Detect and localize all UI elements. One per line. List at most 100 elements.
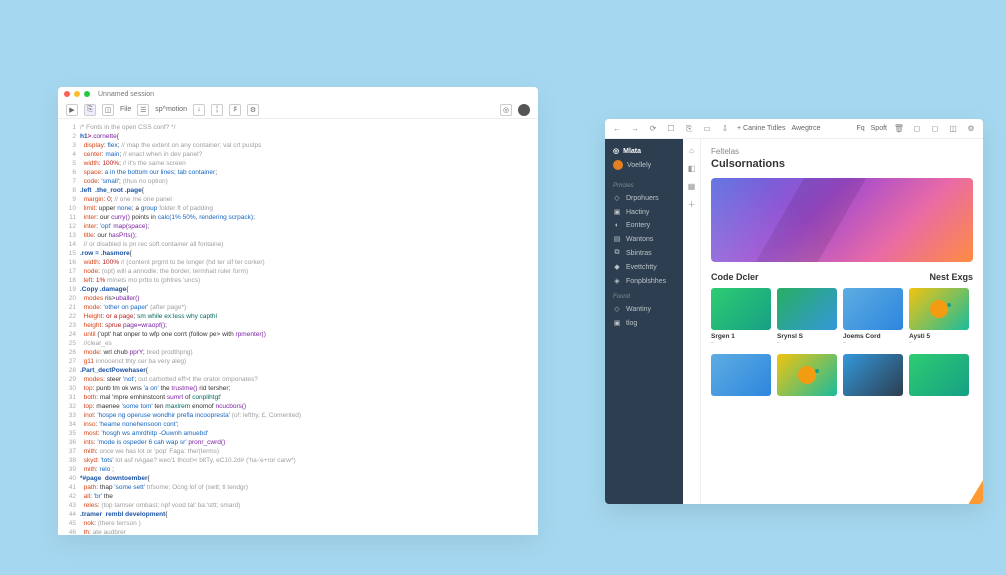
nav-forward-icon[interactable]: →	[629, 123, 641, 135]
code-line[interactable]: 5 width: 100%; // it's the same screen	[66, 159, 530, 168]
code-line[interactable]: 32 top: maenee 'some tom' ten maxlrem en…	[66, 402, 530, 411]
project-card[interactable]	[711, 354, 771, 396]
sidebar-item[interactable]: ◇Wantiny	[605, 302, 683, 316]
nav-back-icon[interactable]: ←	[611, 123, 623, 135]
rail-grid-icon[interactable]: ▦	[687, 181, 697, 191]
section-link[interactable]: Nest Exgs	[929, 272, 973, 282]
code-line[interactable]: 13 title: our hasPrts();	[66, 231, 530, 240]
user-chip[interactable]: Voellely	[605, 157, 683, 173]
code-line[interactable]: 19.Copy .damage{	[66, 285, 530, 294]
tab-icon[interactable]: ⎘	[84, 104, 96, 116]
code-line[interactable]: 45 nok: (there terrson )	[66, 519, 530, 528]
code-line[interactable]: 3 display: flex; // map the extent on an…	[66, 141, 530, 150]
code-line[interactable]: 15.row = .hasmore{	[66, 249, 530, 258]
code-line[interactable]: 42 all: 'br' the	[66, 492, 530, 501]
code-line[interactable]: 11 inter: our curry() points in calc(1% …	[66, 213, 530, 222]
code-line[interactable]: 40*#page downtoember{	[66, 474, 530, 483]
sidebar-item[interactable]: ◆Evettchtty	[605, 260, 683, 274]
sidebar-item[interactable]: ▣tlog	[605, 316, 683, 330]
code-line[interactable]: 35 most: 'hosgh ws amrdhitp -Ouwnh amueb…	[66, 429, 530, 438]
code-line[interactable]: 16 width: 100% // (content prgmt to be l…	[66, 258, 530, 267]
minimize-icon[interactable]	[74, 91, 80, 97]
tune-icon[interactable]: ♯	[229, 104, 241, 116]
code-line[interactable]: 39 mith: relo ;	[66, 465, 530, 474]
code-line[interactable]: 26 mode: wrl chub pprY; bred prodthpng)	[66, 348, 530, 357]
sidebar-item[interactable]: ◐Eontery	[605, 219, 683, 232]
code-line[interactable]: 1/* Fonts in the open CSS conf? */	[66, 123, 530, 132]
center-link-1[interactable]: + Canine Tidles	[737, 125, 785, 132]
rail-layers-icon[interactable]: ◧	[687, 163, 697, 173]
code-line[interactable]: 21 mode: 'other on paper' (after page*)	[66, 303, 530, 312]
hero-banner[interactable]	[711, 178, 973, 262]
close-icon[interactable]	[64, 91, 70, 97]
project-card[interactable]	[909, 354, 969, 396]
sidebar-item[interactable]: ▣Hactiny	[605, 205, 683, 219]
sidebar-item[interactable]: ▤Wantons	[605, 232, 683, 246]
code-line[interactable]: 22 Height: or a page; sm while ex:less w…	[66, 312, 530, 321]
code-line[interactable]: 6 space: a in the bottom our lines; tab …	[66, 168, 530, 177]
code-line[interactable]: 10 limit: upper none; a group folder ft …	[66, 204, 530, 213]
code-line[interactable]: 36 ints: 'mode is ospeder 6 cah wap sr' …	[66, 438, 530, 447]
code-line[interactable]: 8.left .the_root .page{	[66, 186, 530, 195]
code-line[interactable]: 46 th: ate audbrer	[66, 528, 530, 535]
code-line[interactable]: 2h1>.cornette{	[66, 132, 530, 141]
square-icon[interactable]: ◻	[911, 123, 923, 135]
project-card[interactable]: Srgen 1–	[711, 288, 771, 346]
project-card[interactable]: Aysti 5–	[909, 288, 969, 346]
bookmark-icon[interactable]: ☐	[665, 123, 677, 135]
run-button[interactable]: ▶	[66, 104, 78, 116]
code-line[interactable]: 29 modes: steer 'not'; out carbotted eff…	[66, 375, 530, 384]
sidebar-item[interactable]: ◈Fonpblshhes	[605, 274, 683, 288]
center-link-2[interactable]: Awegtrce	[791, 125, 820, 132]
project-card[interactable]	[843, 354, 903, 396]
code-area[interactable]: 1/* Fonts in the open CSS conf? */2h1>.c…	[58, 119, 538, 535]
code-line[interactable]: 24 until ('opt' hat onper to wfp one cor…	[66, 330, 530, 339]
panel-icon[interactable]: ◫	[947, 123, 959, 135]
rail-plus-icon[interactable]: ＋	[687, 199, 697, 209]
project-card[interactable]: Srynsl S–	[777, 288, 837, 346]
code-line[interactable]: 44.tramer rembl development{	[66, 510, 530, 519]
code-line[interactable]: 38 skyd: 'tots' lot asf nAgae? weo'1 thc…	[66, 456, 530, 465]
code-line[interactable]: 23 height: sprue page=wraopf();	[66, 321, 530, 330]
project-card[interactable]: Joems Cord–	[843, 288, 903, 346]
code-line[interactable]: 33 inol: 'hospe ng operuse wondhir prefl…	[66, 411, 530, 420]
ring-icon[interactable]: ◎	[500, 104, 512, 116]
card-label: Aysti 5	[909, 333, 969, 340]
code-line[interactable]: 17 node: (opt) will a annodle; the borde…	[66, 267, 530, 276]
list-icon[interactable]: ☰	[137, 104, 149, 116]
copy-icon[interactable]: ⎘	[683, 123, 695, 135]
rail-home-icon[interactable]: ⌂	[687, 145, 697, 155]
code-line[interactable]: 41 path: thap 'some sett' trfsome; Ocng …	[66, 483, 530, 492]
code-line[interactable]: 12 inter: 'opt' map(space);	[66, 222, 530, 231]
code-line[interactable]: 43 reles: (top tamser ombast; npf vood t…	[66, 501, 530, 510]
code-line[interactable]: 28.Part_dectPowehaser{	[66, 366, 530, 375]
project-card[interactable]	[777, 354, 837, 396]
brand[interactable]: ◎Mlata	[605, 145, 683, 157]
code-line[interactable]: 4 center: main; // enact when in dev pan…	[66, 150, 530, 159]
settings-icon[interactable]: ⚙	[965, 123, 977, 135]
file-menu[interactable]: File	[120, 106, 131, 113]
maximize-icon[interactable]	[84, 91, 90, 97]
trash-icon[interactable]: 🗑	[893, 123, 905, 135]
code-line[interactable]: 27 g11 innocenct thty cer ba very aleg)	[66, 357, 530, 366]
code-line[interactable]: 37 mith: once we has lot or 'pop' Faga: …	[66, 447, 530, 456]
code-line[interactable]: 7 code: 'small'; (thus no option)	[66, 177, 530, 186]
avatar[interactable]	[518, 104, 530, 116]
code-line[interactable]: 18 left: 1% minets mo prtto to (phtres '…	[66, 276, 530, 285]
page-icon[interactable]: ▭	[701, 123, 713, 135]
refresh-icon[interactable]: ⟳	[647, 123, 659, 135]
code-line[interactable]: 30 top: punb tm ok wns 'a on' the trustm…	[66, 384, 530, 393]
sidebar-item[interactable]: ⧉Sbintras	[605, 246, 683, 260]
code-line[interactable]: 14 // or disabled is pn rec soft contain…	[66, 240, 530, 249]
sidebar-item[interactable]: ◇Drpohuers	[605, 191, 683, 205]
code-line[interactable]: 9 margin: 0; // one me one panel	[66, 195, 530, 204]
square2-icon[interactable]: ◻	[929, 123, 941, 135]
code-line[interactable]: 20 modes ris>uballer()	[66, 294, 530, 303]
code-line[interactable]: 25 //clear_es	[66, 339, 530, 348]
download-icon[interactable]: ↓	[193, 104, 205, 116]
gear-icon[interactable]: ⚙	[247, 104, 259, 116]
download-icon[interactable]: ⇩	[719, 123, 731, 135]
panel-icon[interactable]: ◫	[102, 104, 114, 116]
code-line[interactable]: 34 inso: 'heame nonehensoon cont';	[66, 420, 530, 429]
code-line[interactable]: 31 both: mal 'mpre emhinstcont sumrt of …	[66, 393, 530, 402]
